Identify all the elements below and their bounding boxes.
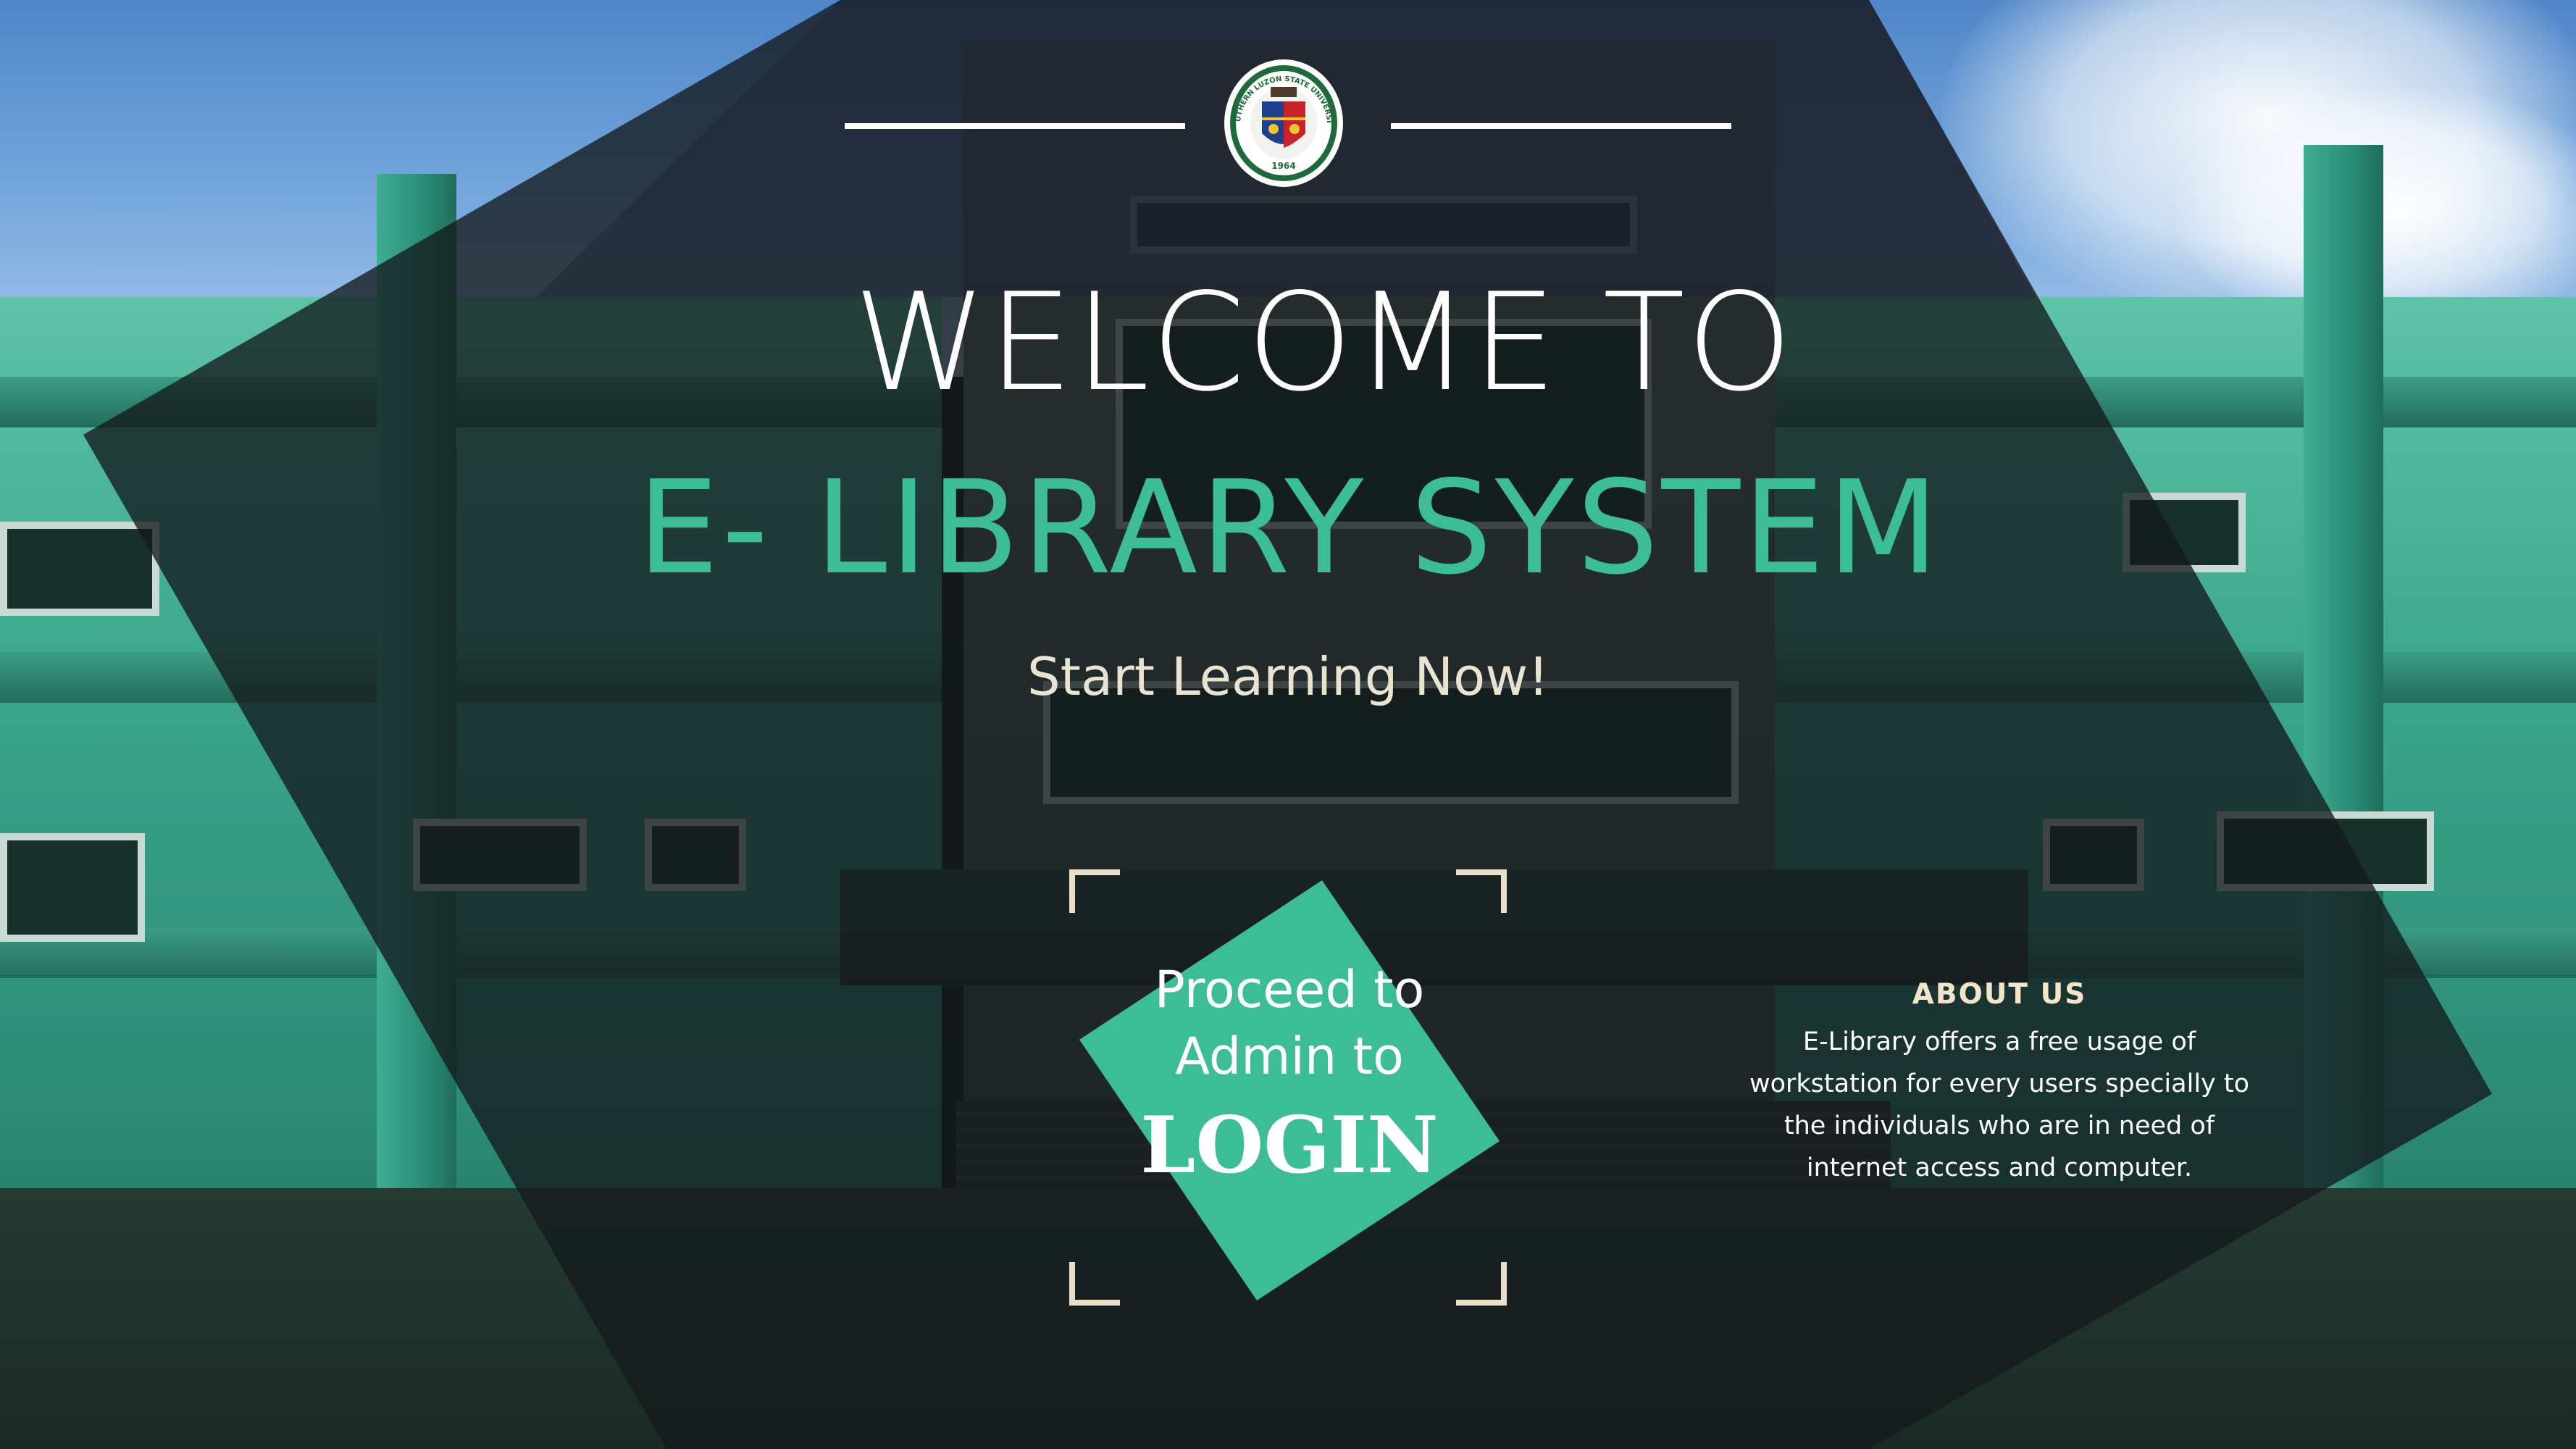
login-label[interactable]: LOGIN xyxy=(1087,1103,1492,1189)
header-rule-left xyxy=(845,123,1185,129)
login-prompt: Proceed to Admin to xyxy=(1154,960,1425,1086)
about-us-section: ABOUT US E-Library offers a free usage o… xyxy=(1739,978,2260,1189)
seal-year: 1964 xyxy=(1271,161,1295,171)
landing-page: SOUTHERN LUZON STATE UNIVERSITY 1964 WEL… xyxy=(0,0,2576,1449)
about-us-body: E-Library offers a free usage of worksta… xyxy=(1749,1027,2250,1182)
system-title: E- LIBRARY SYSTEM xyxy=(637,453,1942,603)
welcome-heading: WELCOME TO xyxy=(853,264,1794,421)
header-rule-right xyxy=(1391,123,1731,129)
about-us-title: ABOUT US xyxy=(1912,978,2087,1011)
login-link[interactable]: Proceed to Admin to LOGIN xyxy=(1087,956,1492,1189)
university-seal-icon: SOUTHERN LUZON STATE UNIVERSITY 1964 xyxy=(1223,58,1343,187)
tagline: Start Learning Now! xyxy=(1027,646,1549,707)
